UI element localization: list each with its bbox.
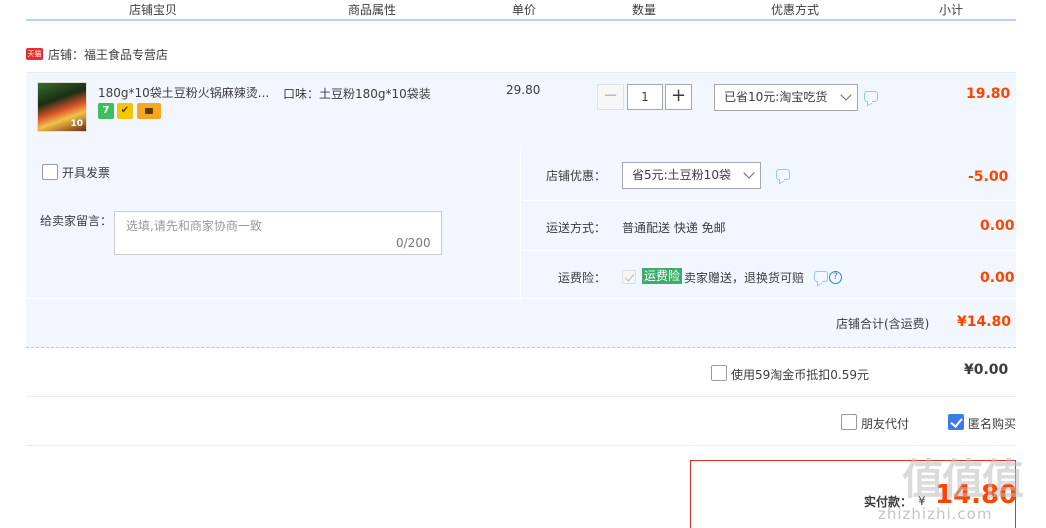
tmall-badge-icon: 天猫: [26, 48, 43, 60]
insurance-checkbox: [622, 270, 636, 284]
item-subtotal: 19.80: [966, 86, 1011, 102]
coins-value: ¥0.00: [964, 362, 1009, 378]
memo-placeholder: 选填,请先和商家协商一致: [126, 219, 262, 233]
divider: [521, 200, 1016, 201]
item-title-link[interactable]: 180g*10袋土豆粉火锅麻辣烫...: [98, 84, 273, 101]
col-item: 店铺宝贝: [129, 3, 178, 17]
anonymous-label[interactable]: 匿名购买: [968, 415, 1016, 432]
col-price: 单价: [512, 3, 537, 17]
item-attribute: 口味：土豆粉180g*10袋装: [283, 87, 431, 101]
item-promo-select[interactable]: 已省10元:淘宝吃货: [714, 84, 858, 111]
seven-day-return-icon[interactable]: 7: [98, 103, 114, 119]
friend-pay-label[interactable]: 朋友代付: [861, 415, 909, 432]
watermark-site: zhizhizhi.com: [878, 505, 993, 523]
insurance-label: 运费险：: [558, 271, 607, 285]
chat-icon[interactable]: [864, 91, 878, 102]
coins-checkbox[interactable]: [711, 365, 727, 381]
chat-icon[interactable]: [776, 169, 790, 180]
store-discount-amount: -5.00: [968, 169, 1009, 185]
guarantee-shield-icon[interactable]: ✔: [117, 103, 133, 119]
col-attrs: 商品属性: [348, 3, 397, 17]
insurance-desc: 卖家赠送，退换货可赔: [684, 271, 805, 285]
memo-label: 给卖家留言：: [40, 214, 113, 228]
coins-label[interactable]: 使用59淘金币抵扣0.59元: [731, 366, 869, 383]
item-unit-price: 29.80: [506, 83, 541, 97]
friend-pay-checkbox[interactable]: [841, 414, 857, 430]
qty-decrease-button[interactable]: −: [597, 84, 624, 110]
chat-icon[interactable]: [814, 271, 828, 282]
divider: [26, 396, 1016, 397]
divider: [521, 250, 1016, 251]
col-qty: 数量: [632, 3, 657, 17]
store-discount-select[interactable]: 省5元:土豆粉10袋: [622, 162, 761, 189]
memo-char-count: 0/200: [396, 236, 431, 250]
qty-increase-button[interactable]: +: [665, 84, 692, 110]
item-promo-value: 已省10元:淘宝吃货: [724, 90, 828, 104]
col-subtotal: 小计: [939, 3, 964, 17]
invoice-label[interactable]: 开具发票: [62, 164, 110, 181]
col-promo: 优惠方式: [771, 3, 820, 17]
divider: [26, 445, 1016, 446]
item-thumbnail[interactable]: [37, 82, 87, 132]
credit-card-icon[interactable]: [137, 103, 161, 119]
store-discount-label: 店铺优惠：: [546, 169, 607, 183]
invoice-checkbox[interactable]: [42, 164, 58, 180]
store-discount-value: 省5元:土豆粉10袋: [632, 168, 731, 182]
store-total-label: 店铺合计(含运费): [836, 317, 930, 331]
chevron-down-icon: [840, 89, 852, 101]
anonymous-checkbox[interactable]: [948, 414, 964, 430]
help-icon[interactable]: ?: [829, 271, 842, 284]
chevron-down-icon: [743, 167, 755, 179]
insurance-tag: 运费险: [642, 268, 683, 284]
shipping-method: 普通配送 快递 免邮: [622, 221, 726, 235]
shipping-amount: 0.00: [980, 218, 1015, 234]
store-total-value: ¥14.80: [957, 314, 1012, 330]
watermark-logo: 值值值: [902, 455, 1024, 504]
shipping-label: 运送方式：: [546, 221, 607, 235]
header-divider: [26, 19, 1016, 21]
store-name-link[interactable]: 店铺：福王食品专营店: [48, 46, 168, 63]
insurance-amount: 0.00: [980, 270, 1015, 286]
qty-input[interactable]: 1: [627, 84, 663, 110]
